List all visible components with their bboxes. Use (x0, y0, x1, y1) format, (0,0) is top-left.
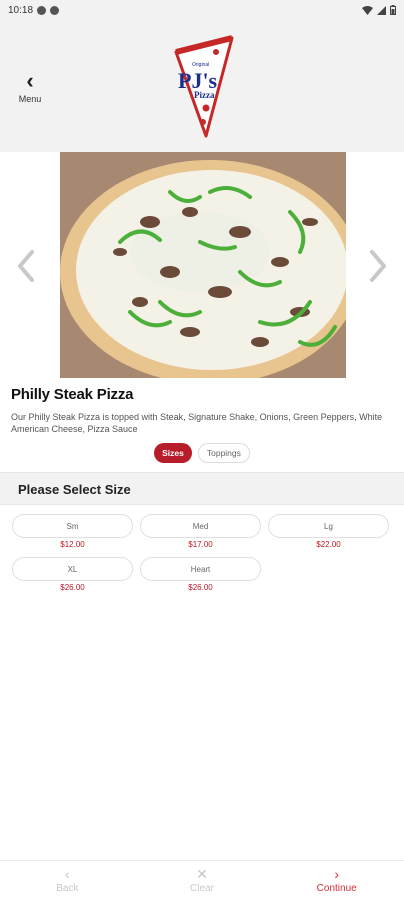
size-button-med[interactable]: Med (140, 514, 261, 538)
clear-button[interactable]: ✕ Clear (135, 861, 270, 900)
notification-icon (50, 5, 60, 15)
size-price: $26.00 (188, 583, 213, 592)
product-carousel (0, 152, 404, 380)
continue-button[interactable]: › Continue (269, 861, 404, 900)
menu-button[interactable]: ‹ Menu (12, 70, 48, 108)
back-label: Back (56, 883, 79, 894)
signal-icon (377, 5, 386, 15)
status-time: 10:18 (8, 4, 34, 16)
chevron-right-icon: › (334, 866, 340, 882)
pjs-pizza-logo: Original PJ's Pizza (174, 35, 234, 138)
logo-subtitle: Pizza (194, 90, 215, 100)
size-price: $12.00 (60, 540, 85, 549)
tab-sizes[interactable]: Sizes (154, 443, 192, 463)
continue-label: Continue (316, 883, 357, 894)
section-title: Please Select Size (18, 482, 131, 497)
size-button-sm[interactable]: Sm (12, 514, 133, 538)
tab-toppings[interactable]: Toppings (197, 443, 250, 463)
battery-icon (390, 5, 396, 15)
size-option: Heart $26.00 (140, 557, 261, 592)
size-button-heart[interactable]: Heart (140, 557, 261, 581)
bottom-action-bar: ‹ Back ✕ Clear › Continue (0, 860, 404, 900)
app-header: ‹ Menu Original PJ's Pizza (0, 20, 404, 152)
size-price: $17.00 (188, 540, 213, 549)
wifi-icon (362, 5, 373, 15)
pizza-image (60, 152, 346, 378)
size-option: Sm $12.00 (12, 514, 133, 549)
size-price: $22.00 (316, 540, 341, 549)
back-button[interactable]: ‹ Back (0, 861, 135, 900)
option-tabs: Sizes Toppings (0, 443, 404, 463)
size-option: XL $26.00 (12, 557, 133, 592)
clear-label: Clear (190, 883, 214, 894)
size-option: Lg $22.00 (268, 514, 389, 549)
chevron-left-icon: ‹ (65, 866, 70, 882)
product-title: Philly Steak Pizza (11, 386, 134, 403)
size-section-header: Please Select Size (0, 472, 404, 505)
notification-icon (37, 5, 47, 15)
status-bar: 10:18 (0, 0, 404, 20)
product-description: Our Philly Steak Pizza is topped with St… (11, 412, 383, 434)
size-button-lg[interactable]: Lg (268, 514, 389, 538)
size-options: Sm $12.00 Med $17.00 Lg $22.00 XL $26.00… (12, 514, 392, 592)
size-option: Med $17.00 (140, 514, 261, 549)
chevron-left-icon: ‹ (26, 68, 34, 93)
next-image-icon[interactable] (366, 248, 390, 284)
menu-label: Menu (18, 94, 42, 104)
size-button-xl[interactable]: XL (12, 557, 133, 581)
previous-image-icon[interactable] (14, 248, 38, 284)
size-price: $26.00 (60, 583, 85, 592)
close-icon: ✕ (196, 866, 208, 882)
